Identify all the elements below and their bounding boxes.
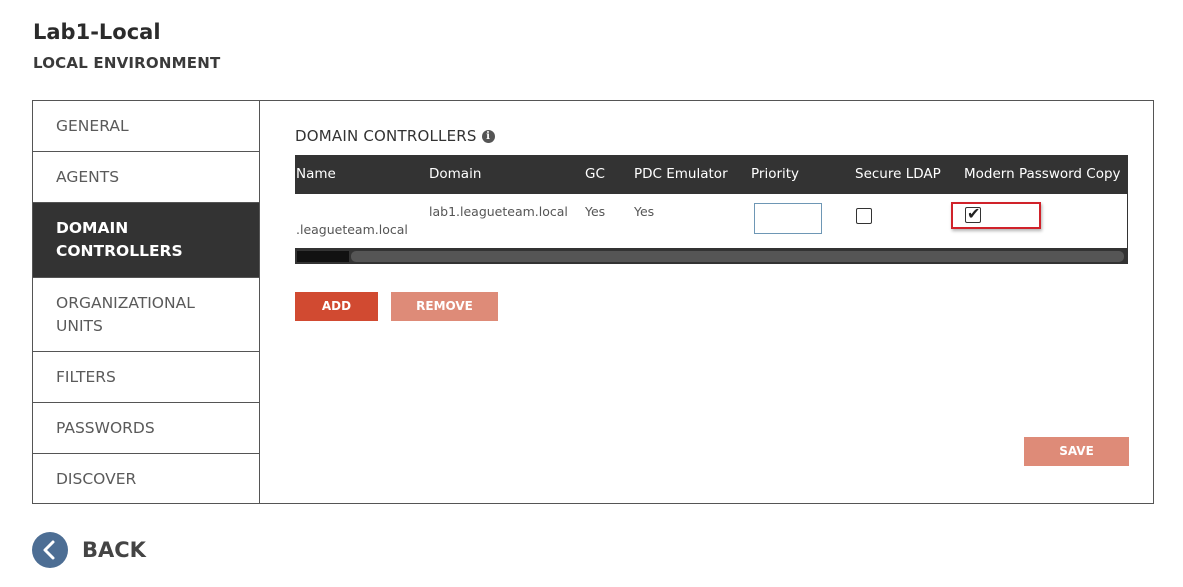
horizontal-scrollbar[interactable] [295,248,1128,264]
column-header-pdc-emulator[interactable]: PDC Emulator [634,155,728,194]
nav-item-label: GENERAL [56,116,129,135]
cell-pdc-emulator: Yes [634,204,655,219]
section-header: DOMAIN CONTROLLERS i [295,127,495,145]
settings-panel: GENERAL AGENTS DOMAIN CONTROLLERS ORGANI… [32,100,1154,504]
scrollbar-track[interactable] [351,251,1124,262]
save-button[interactable]: SAVE [1024,437,1129,466]
page-title: Lab1-Local [33,20,161,44]
back-button[interactable]: BACK [32,532,146,568]
nav-item-filters[interactable]: FILTERS [33,352,259,403]
info-icon[interactable]: i [481,129,495,143]
nav-item-organizational-units[interactable]: ORGANIZATIONAL UNITS [33,278,259,352]
cell-name: .leagueteam.local [296,222,408,237]
scrollbar-thumb[interactable] [297,251,349,262]
section-title: DOMAIN CONTROLLERS [295,127,477,145]
nav-item-domain-controllers[interactable]: DOMAIN CONTROLLERS [33,203,259,278]
domain-controllers-table: Name Domain GC PDC Emulator Priority Sec… [295,155,1128,264]
nav-item-passwords[interactable]: PASSWORDS [33,403,259,454]
column-header-name[interactable]: Name [296,155,336,194]
table-header: Name Domain GC PDC Emulator Priority Sec… [295,155,1128,194]
add-button[interactable]: ADD [295,292,378,321]
column-header-modern-password-copy[interactable]: Modern Password Copy [964,155,1121,194]
cell-domain: lab1.leagueteam.local [429,204,568,219]
back-label: BACK [82,538,146,562]
nav-item-discover[interactable]: DISCOVER [33,454,259,504]
side-nav: GENERAL AGENTS DOMAIN CONTROLLERS ORGANI… [33,101,260,504]
modern-password-copy-checkbox[interactable]: ✔ [965,204,981,223]
column-header-secure-ldap[interactable]: Secure LDAP [855,155,941,194]
page-subtitle: LOCAL ENVIRONMENT [33,54,221,72]
nav-item-label: FILTERS [56,367,116,386]
nav-item-agents[interactable]: AGENTS [33,152,259,203]
column-header-gc[interactable]: GC [585,155,605,194]
nav-item-label: AGENTS [56,167,120,186]
priority-input[interactable] [754,203,822,234]
column-header-priority[interactable]: Priority [751,155,799,194]
nav-item-label: DISCOVER [56,469,137,488]
checkmark-icon: ✔ [967,204,981,223]
nav-item-label: PASSWORDS [56,418,155,437]
column-header-domain[interactable]: Domain [429,155,481,194]
table-row: .leagueteam.local lab1.leagueteam.local … [295,194,1128,248]
chevron-left-icon [32,532,68,568]
nav-item-general[interactable]: GENERAL [33,101,259,152]
nav-item-label: ORGANIZATIONAL UNITS [56,293,195,335]
remove-button[interactable]: REMOVE [391,292,498,321]
secure-ldap-checkbox[interactable] [856,208,872,224]
cell-gc: Yes [585,204,606,219]
content-area: DOMAIN CONTROLLERS i Name Domain GC PDC … [259,101,1153,503]
nav-item-label: DOMAIN CONTROLLERS [56,219,183,260]
